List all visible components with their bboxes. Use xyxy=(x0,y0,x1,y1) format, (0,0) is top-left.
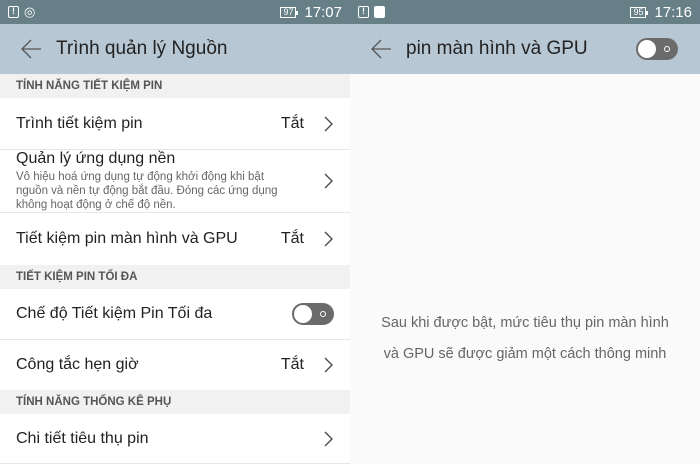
row-label: Quản lý ứng dụng nền xyxy=(16,150,176,167)
chevron-right-icon xyxy=(324,231,333,247)
image-icon xyxy=(374,6,385,18)
page-title: Trình quản lý Nguồn xyxy=(56,38,228,59)
ultra-mode-row: Chế độ Tiết kiệm Pin Tối đa xyxy=(0,289,350,340)
feature-description: Sau khi được bật, mức tiêu thụ pin màn h… xyxy=(350,308,700,370)
battery-icon: 95 xyxy=(630,6,649,18)
row-value: Tắt xyxy=(280,230,304,247)
row-label: Trình tiết kiệm pin xyxy=(16,114,143,132)
page-title: pin màn hình và GPU xyxy=(406,38,588,59)
row-label: Công tắc hẹn giờ xyxy=(16,356,139,373)
status-time: 17:07 xyxy=(304,3,342,21)
ultra-mode-toggle[interactable] xyxy=(292,303,334,325)
usage-details-row[interactable]: Chi tiết tiêu thụ pin xyxy=(0,414,350,464)
section-header-power-saving: TÍNH NĂNG TIẾT KIỆM PIN xyxy=(0,74,350,98)
alert-icon: ! xyxy=(358,6,369,18)
back-arrow-icon[interactable] xyxy=(20,39,42,59)
chevron-right-icon xyxy=(324,116,333,131)
section-header-max-saving: TIẾT KIỆM PIN TỐI ĐA xyxy=(0,265,350,289)
app-header: pin màn hình và GPU xyxy=(350,24,700,74)
description-line: và GPU sẽ được giảm một cách thông minh xyxy=(383,346,667,362)
battery-icon: 97 xyxy=(280,6,299,18)
scheduled-switch-row[interactable]: Công tắc hẹn giờ Tắt xyxy=(0,340,350,390)
row-label: Tiết kiệm pin màn hình và GPU xyxy=(16,230,238,247)
screen-gpu-row[interactable]: Tiết kiệm pin màn hình và GPU Tắt xyxy=(0,213,350,265)
status-time: 17:16 xyxy=(654,3,692,21)
status-bar: ! 95 17:16 xyxy=(350,0,700,24)
background-apps-row[interactable]: Quản lý ứng dụng nền Vô hiệu hoá ứng dụn… xyxy=(0,150,350,213)
row-value: Tắt xyxy=(280,114,304,132)
app-header: Trình quản lý Nguồn xyxy=(0,24,350,74)
row-label: Chi tiết tiêu thụ pin xyxy=(16,429,149,447)
status-bar: ! ◎ 97 17:07 xyxy=(0,0,350,24)
description-line: Sau khi được bật, mức tiêu thụ pin màn h… xyxy=(381,315,669,331)
screen-gpu-saving-screen: ! 95 17:16 pin màn hình và GPU Sau khi đ… xyxy=(350,0,700,464)
chevron-right-icon xyxy=(324,431,333,446)
row-label: Chế độ Tiết kiệm Pin Tối đa xyxy=(16,305,213,322)
row-description: Vô hiệu hoá ứng dụng tự động khởi động k… xyxy=(16,171,278,211)
power-saver-row[interactable]: Trình tiết kiệm pin Tắt xyxy=(0,98,350,150)
chevron-right-icon xyxy=(324,357,333,373)
back-arrow-icon[interactable] xyxy=(370,39,392,59)
alert-icon: ! xyxy=(8,6,19,18)
row-value: Tắt xyxy=(280,356,304,373)
section-header-statistics: TÍNH NĂNG THỐNG KÊ PHỤ xyxy=(0,390,350,414)
screen-gpu-toggle[interactable] xyxy=(636,38,678,60)
chevron-right-icon xyxy=(324,173,333,189)
sync-icon: ◎ xyxy=(24,4,36,19)
power-manager-screen: ! ◎ 97 17:07 Trình quản lý Nguồn TÍNH NĂ… xyxy=(0,0,350,464)
